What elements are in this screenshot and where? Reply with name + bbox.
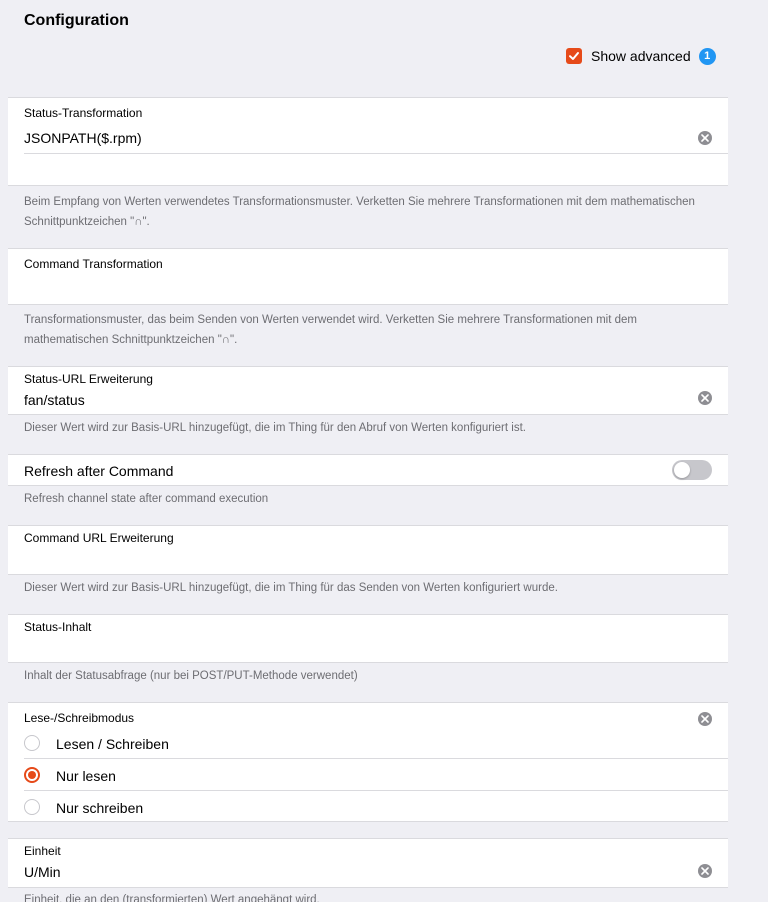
advanced-count-badge: 1 [698, 47, 716, 65]
status-transformation-input[interactable]: JSONPATH($.rpm) [24, 130, 142, 146]
command-transformation-info: Transformationsmuster, das beim Senden v… [24, 314, 637, 346]
status-content-info: Inhalt der Statusabfrage (nur bei POST/P… [24, 670, 358, 682]
status-url-input[interactable]: fan/status [24, 392, 85, 408]
command-url-info: Dieser Wert wird zur Basis-URL hinzugefü… [24, 582, 558, 594]
unit-input[interactable]: U/Min [24, 864, 61, 880]
field-divider [24, 153, 728, 154]
status-transformation-field: Status-Transformation JSONPATH($.rpm) [8, 97, 728, 186]
refresh-after-command-label: Refresh after Command [24, 463, 174, 479]
status-url-field: Status-URL Erweiterung fan/status [8, 366, 728, 415]
unit-info: Einheit, die an den (transformierten) We… [24, 894, 320, 902]
status-transformation-label: Status-Transformation [24, 106, 143, 120]
clear-icon[interactable] [698, 391, 712, 405]
toggle-knob [674, 462, 690, 478]
mode-field: Lese-/Schreibmodus Lesen / Schreiben Nur… [8, 702, 728, 822]
mode-option-write-only[interactable]: Nur schreiben [8, 791, 728, 823]
status-content-field[interactable]: Status-Inhalt [8, 614, 728, 663]
command-transformation-label: Command Transformation [24, 257, 163, 271]
unit-label: Einheit [24, 844, 61, 858]
radio-button[interactable] [24, 799, 40, 815]
show-advanced-label: Show advanced [591, 48, 691, 64]
show-advanced-checkbox[interactable] [566, 48, 582, 64]
radio-button[interactable] [24, 735, 40, 751]
refresh-after-command-row: Refresh after Command [8, 454, 728, 486]
page-title: Configuration [24, 12, 129, 29]
show-advanced-toggle[interactable]: Show advanced 1 [566, 45, 716, 67]
status-url-label: Status-URL Erweiterung [24, 372, 153, 386]
clear-icon[interactable] [698, 131, 712, 145]
unit-field: Einheit U/Min [8, 838, 728, 888]
mode-option-read-only[interactable]: Nur lesen [8, 759, 728, 791]
refresh-after-command-info: Refresh channel state after command exec… [24, 493, 269, 505]
command-url-field[interactable]: Command URL Erweiterung [8, 525, 728, 575]
mode-option-read-write[interactable]: Lesen / Schreiben [8, 727, 728, 759]
command-transformation-field[interactable]: Command Transformation [8, 248, 728, 305]
radio-label: Nur schreiben [56, 800, 144, 816]
radio-label: Lesen / Schreiben [56, 736, 169, 752]
clear-icon[interactable] [698, 864, 712, 878]
command-url-label: Command URL Erweiterung [24, 531, 174, 545]
status-transformation-info: Beim Empfang von Werten verwendetes Tran… [24, 196, 695, 228]
refresh-after-command-toggle[interactable] [672, 460, 712, 480]
radio-label: Nur lesen [56, 768, 116, 784]
status-url-info: Dieser Wert wird zur Basis-URL hinzugefü… [24, 422, 526, 434]
mode-label: Lese-/Schreibmodus [24, 711, 135, 725]
radio-button-selected[interactable] [24, 767, 40, 783]
status-content-label: Status-Inhalt [24, 620, 92, 634]
checkmark-icon [569, 52, 579, 60]
clear-icon[interactable] [698, 712, 712, 726]
